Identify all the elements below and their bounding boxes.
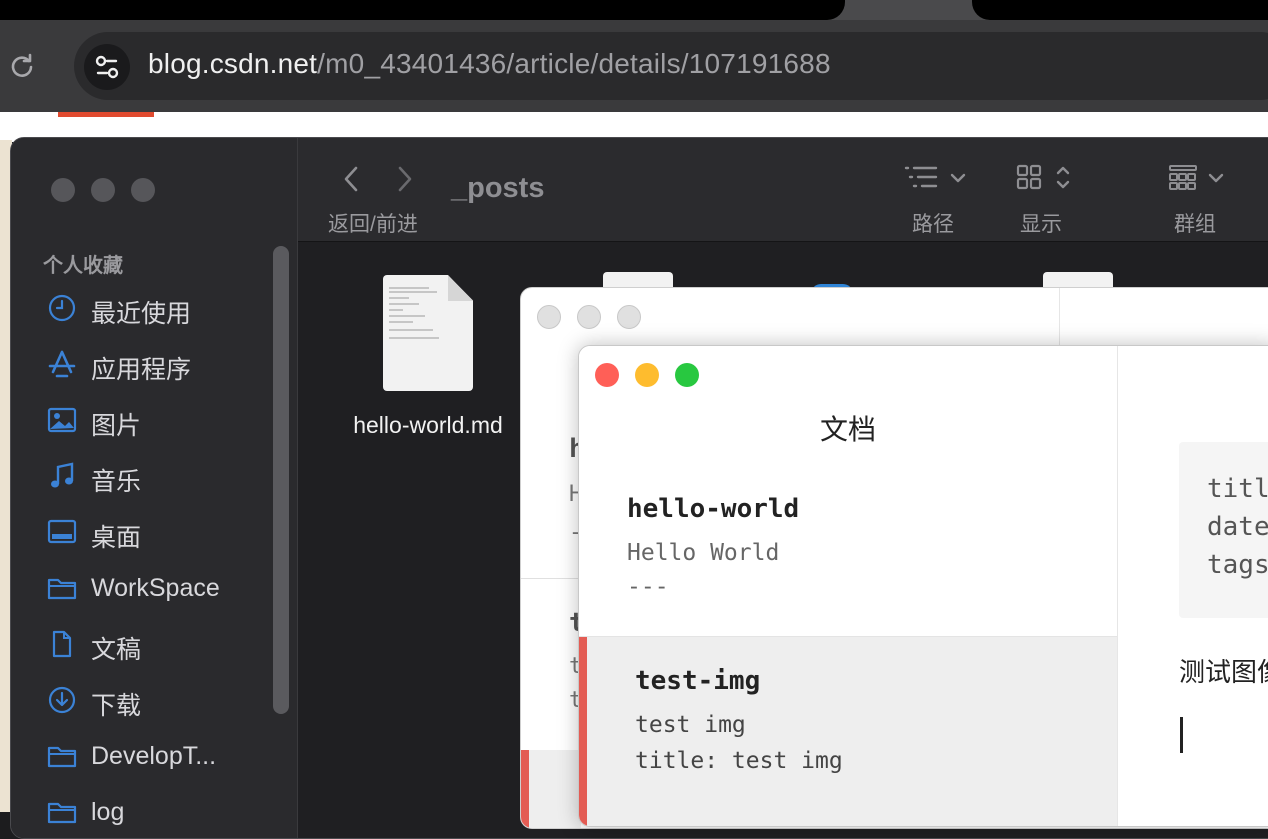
back-button[interactable] [340, 164, 362, 199]
document-list-item[interactable]: hello-world Hello World --- [579, 466, 1117, 636]
file-fold [448, 275, 473, 301]
view-mode-button[interactable] [1016, 162, 1080, 201]
url-path: /m0_43401436/article/details/107191688 [317, 48, 831, 79]
zoom-button[interactable] [131, 178, 155, 202]
group-label: 群组 [1174, 213, 1216, 236]
nav-label: 返回/前进 [328, 213, 418, 236]
folder-title: _posts [451, 172, 545, 204]
folder-icon [47, 742, 77, 770]
sidebar-item-label: 最近使用 [91, 300, 192, 328]
close-button[interactable] [537, 305, 561, 329]
finder-sidebar: 个人收藏 最近使用 应用程序 图片 音乐 桌面 WorkSpace 文稿 下载 … [11, 138, 298, 838]
sidebar-item-label: DevelopT... [91, 742, 217, 770]
code-line: titl [1207, 474, 1268, 504]
document-title: hello-world [627, 494, 800, 524]
url-host: blog.csdn.net [148, 48, 318, 79]
body-paragraph[interactable]: 测试图像 [1179, 652, 1268, 689]
document-preview: --- [627, 574, 669, 600]
minimize-button[interactable] [577, 305, 601, 329]
sidebar-item-log[interactable]: log [47, 792, 287, 832]
sidebar-item-label: 音乐 [91, 468, 142, 496]
divider [521, 578, 581, 579]
finder-toolbar: 返回/前进 _posts 路径 显示 群组 [298, 138, 1268, 242]
music-icon [47, 462, 77, 490]
sidebar-scrollbar[interactable] [273, 246, 289, 714]
divider [1059, 288, 1060, 348]
zoom-button[interactable] [675, 363, 699, 387]
sidebar-item-label: 图片 [91, 412, 142, 440]
document-list-pane: 文档 hello-world Hello World --- test-img … [579, 346, 1118, 826]
sidebar-item-downloads[interactable]: 下载 [47, 680, 287, 720]
document-icon [47, 630, 77, 658]
sidebar-item-pictures[interactable]: 图片 [47, 400, 287, 440]
site-settings-icon[interactable] [84, 44, 130, 90]
path-label: 路径 [912, 213, 954, 236]
code-line: date [1207, 512, 1268, 542]
sidebar-item-label: WorkSpace [91, 574, 220, 602]
sidebar-item-documents[interactable]: 文稿 [47, 624, 287, 664]
download-icon [47, 686, 77, 714]
sidebar-item-music[interactable]: 音乐 [47, 456, 287, 496]
desktop-icon [47, 518, 77, 546]
selected-row [521, 750, 581, 828]
sidebar-item-desktop[interactable]: 桌面 [47, 512, 287, 552]
document-title: test-img [635, 666, 761, 696]
document-preview: test img [635, 712, 746, 738]
sidebar-item-applications[interactable]: 应用程序 [47, 344, 287, 384]
sidebar-item-label: 应用程序 [91, 356, 192, 384]
minimize-button[interactable] [91, 178, 115, 202]
editor-window: 文档 hello-world Hello World --- test-img … [578, 345, 1268, 827]
selection-bar [521, 750, 529, 828]
reload-icon[interactable] [8, 52, 36, 80]
close-button[interactable] [595, 363, 619, 387]
sidebar-item-label: 文稿 [91, 636, 142, 664]
sidebar-section-title: 个人收藏 [43, 255, 123, 277]
file-preview-lines [389, 286, 443, 346]
folder-icon [47, 798, 77, 826]
file-name[interactable]: hello-world.md [343, 412, 513, 439]
panel-title: 文档 [819, 414, 876, 445]
sidebar-item-workspace[interactable]: WorkSpace [47, 568, 287, 608]
zoom-button[interactable] [617, 305, 641, 329]
photo-icon [47, 406, 77, 434]
close-button[interactable] [51, 178, 75, 202]
sidebar-item-recents[interactable]: 最近使用 [47, 288, 287, 328]
document-preview: title: test img [635, 748, 843, 774]
path-menu-button[interactable] [904, 162, 968, 201]
minimize-button[interactable] [635, 363, 659, 387]
display-label: 显示 [1020, 213, 1062, 236]
code-line: tags [1207, 550, 1268, 580]
apps-icon [47, 350, 77, 378]
sidebar-item-label: 下载 [91, 692, 142, 720]
forward-button[interactable] [394, 164, 416, 199]
browser-tab[interactable] [972, 0, 1268, 20]
sidebar-item-label: 桌面 [91, 524, 142, 552]
browser-tab[interactable] [0, 0, 845, 20]
selection-bar [579, 637, 587, 826]
sidebar-item-developt[interactable]: DevelopT... [47, 736, 287, 776]
page-accent-bar [58, 112, 154, 117]
group-button[interactable] [1168, 162, 1232, 201]
clock-icon [47, 294, 77, 322]
folder-icon [47, 574, 77, 602]
text-caret [1180, 717, 1183, 753]
sidebar-item-label: log [91, 798, 125, 826]
url-text[interactable]: blog.csdn.net/m0_43401436/article/detail… [148, 48, 831, 80]
document-preview: Hello World [627, 540, 780, 566]
